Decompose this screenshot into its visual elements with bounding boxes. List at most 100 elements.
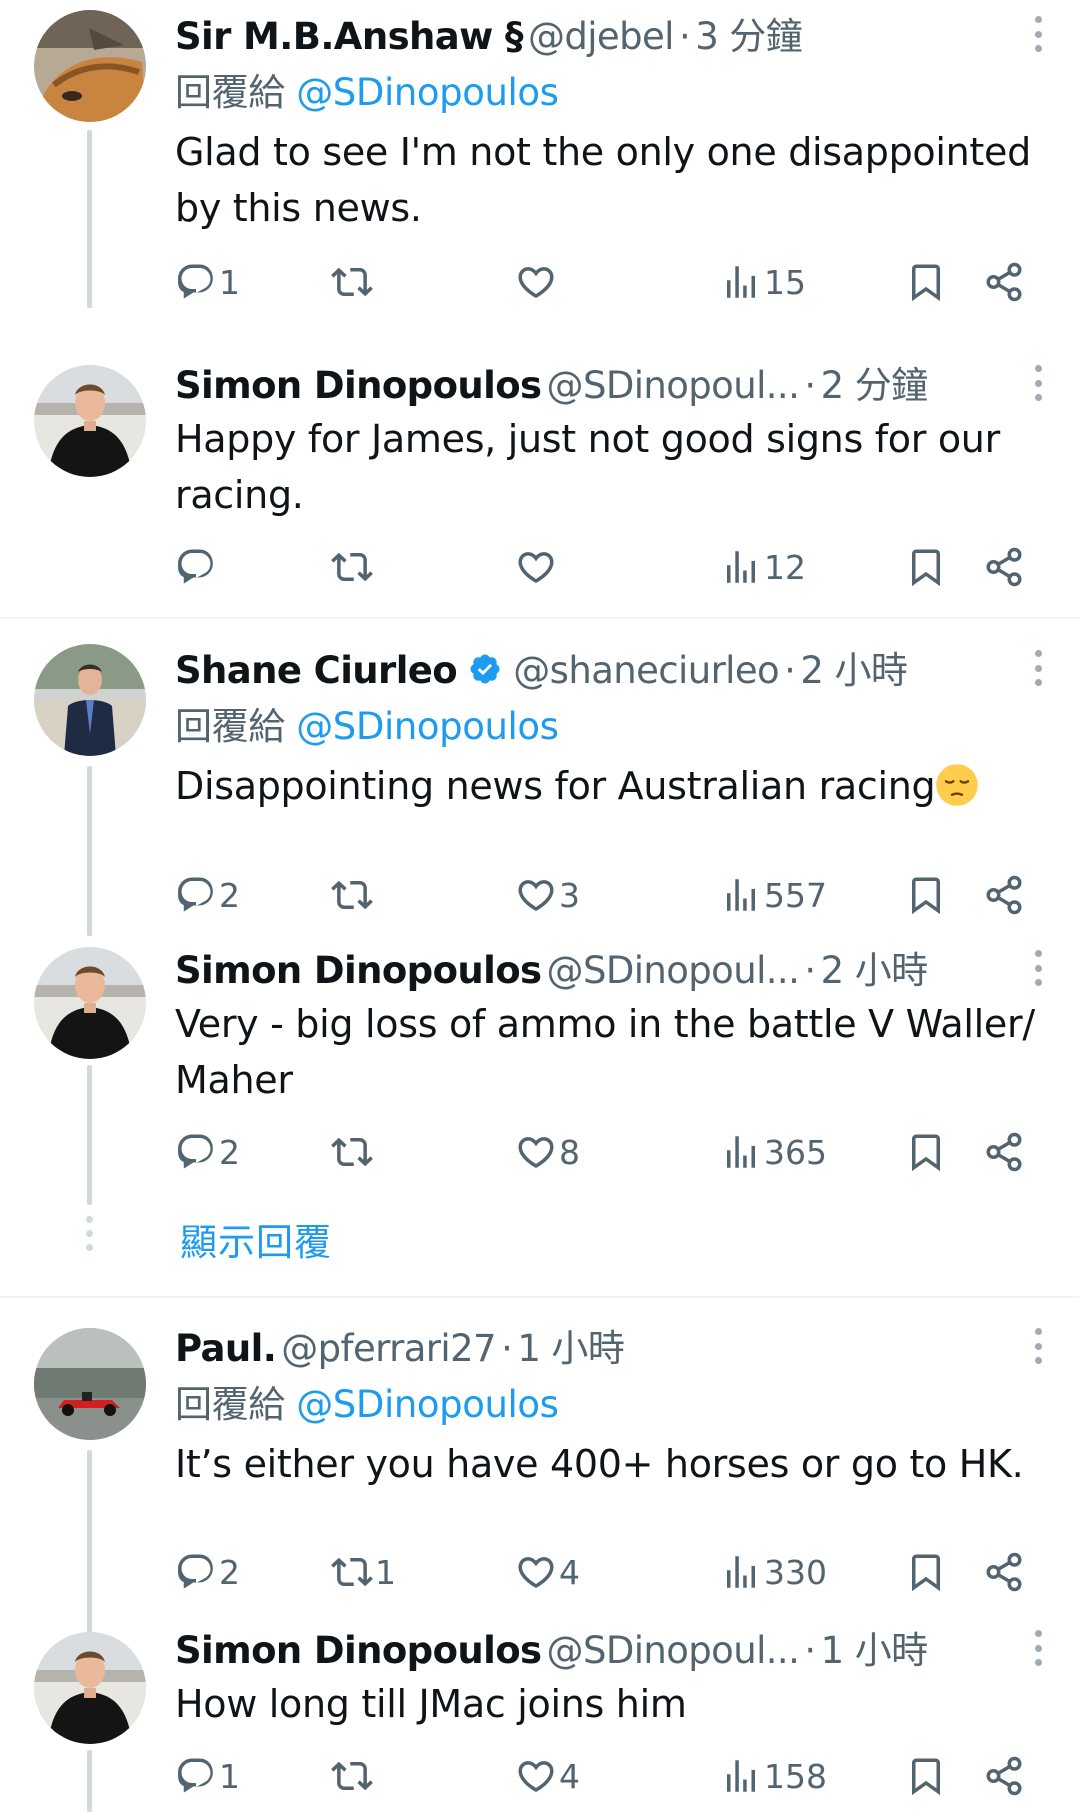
heart-icon — [515, 874, 557, 916]
like-button[interactable] — [515, 252, 559, 312]
retweet-button[interactable] — [331, 1122, 375, 1182]
show-replies-link[interactable]: 顯示回覆 — [180, 1212, 332, 1266]
avatar[interactable] — [34, 365, 146, 477]
timestamp[interactable]: 1 小時 — [821, 1629, 929, 1672]
bookmark-button[interactable] — [905, 252, 947, 312]
reply-button[interactable]: 2 — [175, 1122, 240, 1182]
views-button[interactable]: 12 — [720, 537, 806, 597]
more-options-icon[interactable] — [1023, 361, 1053, 405]
action-bar: 1 4 158 — [175, 1746, 1045, 1806]
handle[interactable]: @pferrari27 — [281, 1327, 496, 1370]
like-button[interactable]: 4 — [515, 1542, 580, 1602]
share-icon — [983, 1131, 1025, 1173]
share-icon — [983, 1755, 1025, 1797]
bookmark-button[interactable] — [905, 1122, 947, 1182]
share-button[interactable] — [983, 1542, 1025, 1602]
more-options-icon[interactable] — [1023, 1324, 1053, 1368]
share-button[interactable] — [983, 252, 1025, 312]
tweet-4[interactable]: Paul. @pferrari27 · 1 小時 回覆給 @SDinopoulo… — [0, 1318, 1079, 1640]
tweet-2[interactable]: Shane Ciurleo @shaneciurleo · 2 小時 回覆給 @… — [0, 640, 1079, 936]
retweet-button[interactable]: 1 — [331, 1542, 396, 1602]
racing-car-avatar-icon — [34, 1328, 146, 1440]
avatar[interactable] — [34, 1632, 146, 1744]
avatar[interactable] — [34, 947, 146, 1059]
bookmark-button[interactable] — [905, 1746, 947, 1806]
reply-icon — [175, 1551, 217, 1593]
reply-button[interactable]: 1 — [175, 252, 240, 312]
mention-link[interactable]: @SDinopoulos — [296, 705, 559, 748]
handle[interactable]: @SDinopoul... — [547, 949, 800, 992]
conversation-separator — [0, 1296, 1079, 1298]
views-button[interactable]: 158 — [720, 1746, 827, 1806]
mention-link[interactable]: @SDinopoulos — [296, 1383, 559, 1426]
man-black-jacket-avatar-icon — [34, 365, 146, 477]
retweet-button[interactable] — [331, 252, 375, 312]
share-button[interactable] — [983, 1746, 1025, 1806]
timestamp[interactable]: 2 小時 — [821, 949, 929, 992]
tweet-5[interactable]: Simon Dinopoulos @SDinopoul... · 1 小時 Ho… — [0, 1618, 1079, 1812]
avatar[interactable] — [34, 644, 146, 756]
reply-thread-feed: Sir M.B.Anshaw § @djebel · 3 分鐘 回覆給 @SDi… — [0, 0, 1079, 1812]
retweet-button[interactable] — [331, 537, 375, 597]
like-button[interactable]: 3 — [515, 865, 580, 925]
tweet-text-body: Disappointing news for Australian racing — [175, 764, 936, 808]
tweet-header: Simon Dinopoulos @SDinopoul... · 1 小時 — [175, 1620, 1053, 1676]
display-name[interactable]: Shane Ciurleo — [175, 649, 458, 692]
tweet-3[interactable]: Simon Dinopoulos @SDinopoul... · 2 小時 Ve… — [0, 940, 1079, 1205]
reply-button[interactable]: 2 — [175, 1542, 240, 1602]
like-count: 4 — [559, 1756, 580, 1796]
like-button[interactable] — [515, 537, 559, 597]
heart-icon — [515, 1551, 557, 1593]
share-button[interactable] — [983, 537, 1025, 597]
timestamp[interactable]: 2 小時 — [800, 649, 908, 692]
view-count: 158 — [764, 1756, 827, 1796]
display-name[interactable]: Paul. — [175, 1327, 277, 1370]
reply-button[interactable]: 1 — [175, 1746, 240, 1806]
like-button[interactable]: 8 — [515, 1122, 580, 1182]
tweet-text: Very - big loss of ammo in the battle V … — [175, 1002, 1035, 1102]
more-options-icon[interactable] — [1023, 646, 1053, 690]
tweet-text: How long till JMac joins him — [175, 1682, 687, 1726]
reply-button[interactable]: 2 — [175, 865, 240, 925]
display-name[interactable]: Simon Dinopoulos — [175, 364, 542, 407]
tweet-text: It’s either you have 400+ horses or go t… — [175, 1442, 1024, 1486]
handle[interactable]: @SDinopoul... — [547, 1629, 800, 1672]
views-button[interactable]: 557 — [720, 865, 827, 925]
share-icon — [983, 1551, 1025, 1593]
display-name[interactable]: Simon Dinopoulos — [175, 1629, 542, 1672]
tweet-0[interactable]: Sir M.B.Anshaw § @djebel · 3 分鐘 回覆給 @SDi… — [0, 0, 1079, 308]
views-button[interactable]: 15 — [720, 252, 806, 312]
separator-dot: · — [501, 1327, 513, 1370]
timestamp[interactable]: 2 分鐘 — [821, 364, 929, 407]
separator-dot: · — [678, 15, 691, 58]
share-button[interactable] — [983, 1122, 1025, 1182]
handle[interactable]: @shaneciurleo — [513, 649, 779, 692]
like-button[interactable]: 4 — [515, 1746, 580, 1806]
share-button[interactable] — [983, 865, 1025, 925]
timestamp[interactable]: 1 小時 — [517, 1327, 625, 1370]
avatar[interactable] — [34, 1328, 146, 1440]
handle[interactable]: @SDinopoul... — [547, 364, 800, 407]
views-button[interactable]: 330 — [720, 1542, 827, 1602]
mention-link[interactable]: @SDinopoulos — [296, 71, 559, 114]
avatar[interactable] — [34, 10, 146, 122]
bookmark-button[interactable] — [905, 865, 947, 925]
retweet-button[interactable] — [331, 1746, 375, 1806]
bookmark-button[interactable] — [905, 1542, 947, 1602]
bookmark-button[interactable] — [905, 537, 947, 597]
timestamp[interactable]: 3 分鐘 — [695, 15, 803, 58]
share-icon — [983, 261, 1025, 303]
views-button[interactable]: 365 — [720, 1122, 827, 1182]
handle[interactable]: @djebel — [528, 15, 674, 58]
display-name[interactable]: Simon Dinopoulos — [175, 949, 542, 992]
display-name[interactable]: Sir M.B.Anshaw § — [175, 15, 523, 58]
bookmark-icon — [905, 874, 947, 916]
more-options-icon[interactable] — [1023, 1626, 1053, 1670]
reply-button[interactable] — [175, 537, 219, 597]
tweet-1[interactable]: Simon Dinopoulos @SDinopoul... · 2 分鐘 Ha… — [0, 355, 1079, 615]
more-options-icon[interactable] — [1023, 946, 1053, 990]
like-count: 3 — [559, 875, 580, 915]
bar-chart-icon — [720, 1131, 762, 1173]
retweet-button[interactable] — [331, 865, 375, 925]
more-options-icon[interactable] — [1023, 12, 1053, 56]
